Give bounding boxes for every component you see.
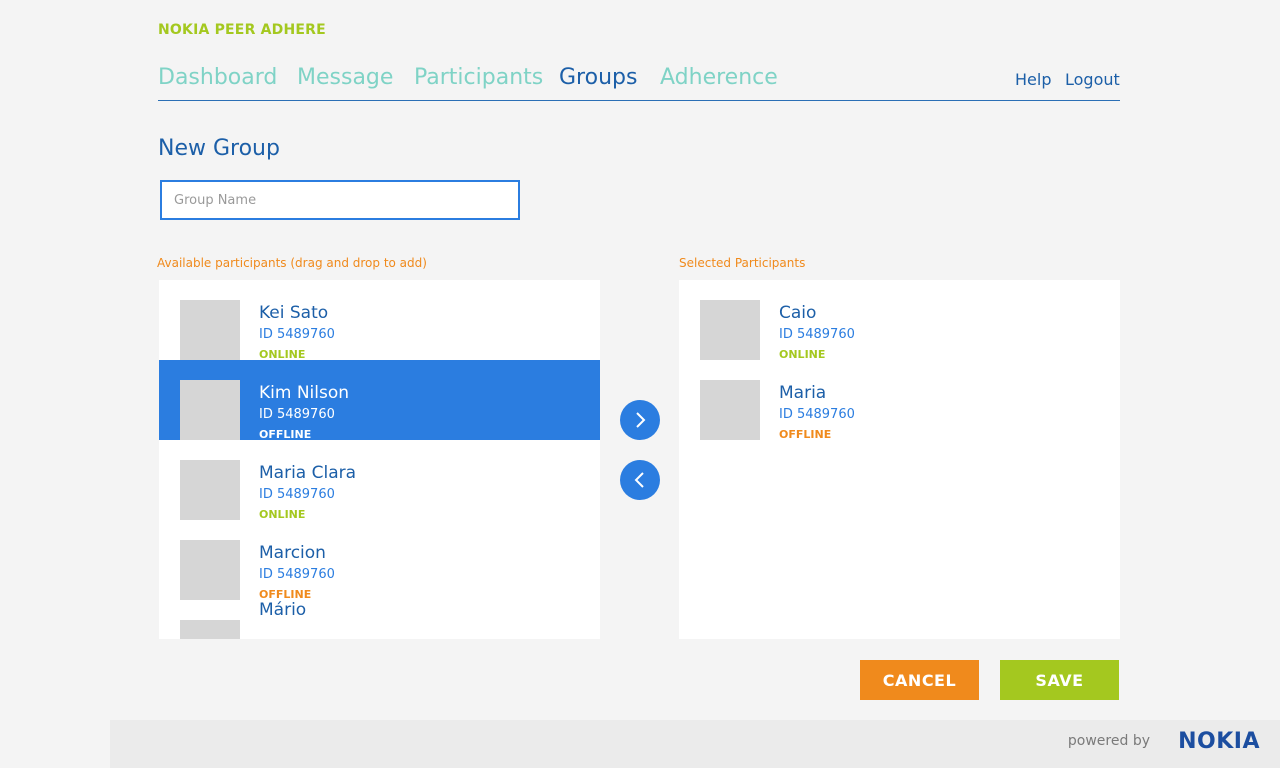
page-title: New Group [158,136,280,161]
participant-id: ID 5489760 [259,487,335,502]
participant-id: ID 5489760 [259,327,335,342]
participant-name: Maria Clara [259,463,357,483]
available-participants-label: Available participants (drag and drop to… [157,256,427,270]
cancel-button[interactable]: CANCEL [860,660,979,700]
participant-name: Marcion [259,543,326,563]
avatar [700,300,760,360]
participant-name: Maria [779,383,827,403]
participant-row[interactable]: Kim Nilson ID 5489760 OFFLINE [159,360,600,441]
participant-name: Kim Nilson [259,383,350,403]
participant-row[interactable]: Caio ID 5489760 ONLINE [679,280,1120,361]
participant-name: Kei Sato [259,303,329,323]
remove-participant-button[interactable] [620,460,660,500]
selected-participants-list[interactable]: Caio ID 5489760 ONLINE Maria ID 5489760 … [679,280,1120,639]
avatar [180,300,240,360]
participant-id: ID 5489760 [259,407,335,422]
add-participant-button[interactable] [620,400,660,440]
participant-name: Mário [259,600,307,620]
participant-row[interactable]: Kei Sato ID 5489760 ONLINE [159,280,600,361]
avatar [180,620,240,639]
powered-by-text: powered by [1067,733,1150,749]
save-button[interactable]: SAVE [1000,660,1119,700]
selected-participants-label: Selected Participants [679,256,806,270]
nokia-logo: NOKIA [1178,729,1260,754]
participant-row[interactable]: Mário [159,600,600,639]
nav-adherence[interactable]: Adherence [660,64,778,92]
avatar [180,380,240,440]
nav-groups[interactable]: Groups [559,64,637,92]
nav-participants[interactable]: Participants [414,64,543,92]
participant-name: Caio [779,303,817,323]
participant-row[interactable]: Marcion ID 5489760 OFFLINE [159,520,600,601]
participant-id: ID 5489760 [779,327,855,342]
avatar [700,380,760,440]
logout-link[interactable]: Logout [1065,70,1120,89]
help-link[interactable]: Help [1015,70,1051,89]
chevron-right-icon [636,412,646,428]
status-badge: OFFLINE [779,428,832,441]
app-brand: NOKIA PEER ADHERE [158,22,326,38]
chevron-left-icon [634,472,644,488]
nav-dashboard[interactable]: Dashboard [158,64,277,92]
avatar [180,460,240,520]
participant-id: ID 5489760 [259,567,335,582]
participant-row[interactable]: Maria ID 5489760 OFFLINE [679,360,1120,441]
group-name-input[interactable] [160,180,520,220]
main-nav: Dashboard Message Participants Groups Ad… [158,64,1120,101]
nav-message[interactable]: Message [297,64,393,92]
available-participants-list[interactable]: Kei Sato ID 5489760 ONLINE Kim Nilson ID… [159,280,600,639]
footer: powered by NOKIA [110,720,1280,768]
participant-row[interactable]: Maria Clara ID 5489760 ONLINE [159,440,600,521]
avatar [180,540,240,600]
participant-id: ID 5489760 [779,407,855,422]
